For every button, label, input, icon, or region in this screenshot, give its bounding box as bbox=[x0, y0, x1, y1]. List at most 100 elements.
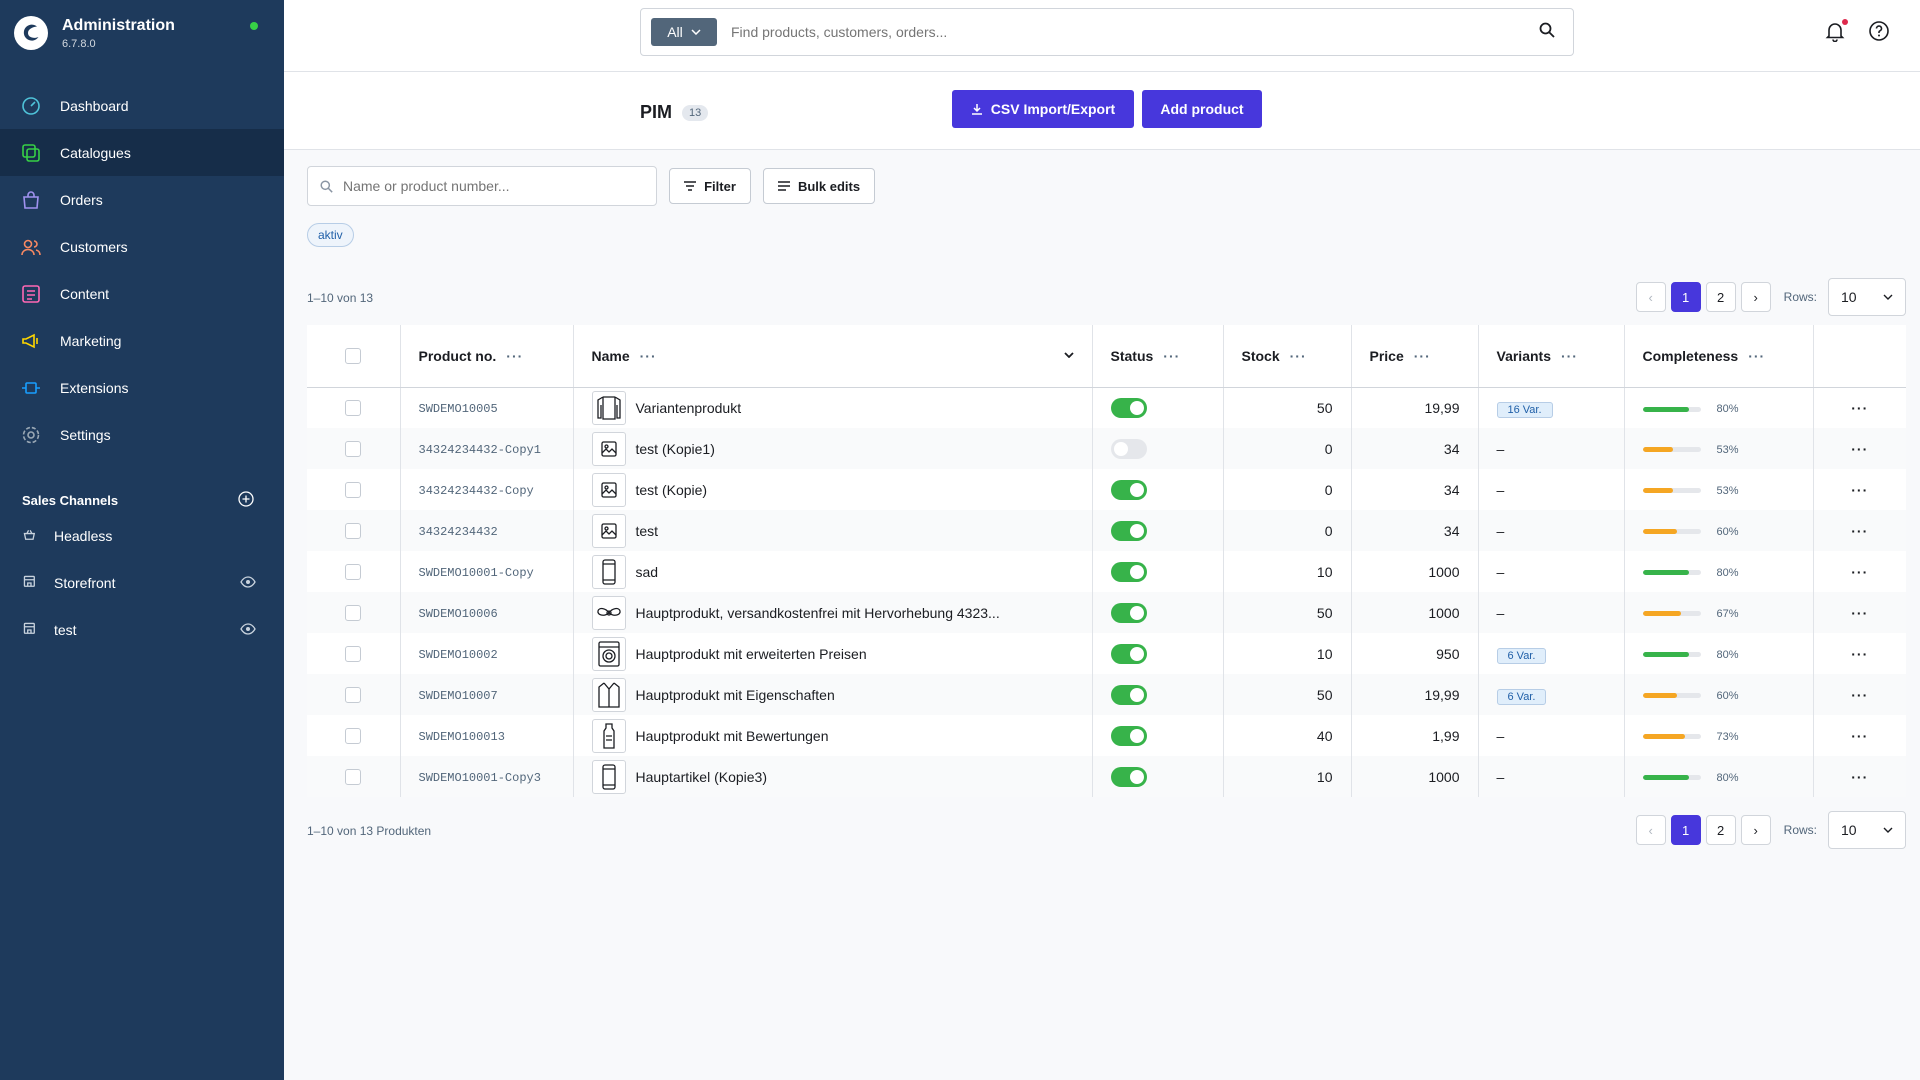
sales-channel-test[interactable]: test bbox=[0, 606, 284, 653]
column-menu-icon[interactable]: ··· bbox=[1748, 348, 1765, 364]
column-menu-icon[interactable]: ··· bbox=[1414, 348, 1431, 364]
col-name[interactable]: Name ··· bbox=[573, 325, 1093, 388]
row-checkbox[interactable] bbox=[345, 564, 362, 581]
row-checkbox[interactable] bbox=[345, 728, 362, 745]
help-icon[interactable] bbox=[1868, 20, 1890, 47]
row-checkbox[interactable] bbox=[345, 523, 362, 540]
next-page-button[interactable]: › bbox=[1740, 815, 1771, 845]
sales-channel-headless[interactable]: Headless bbox=[0, 512, 284, 559]
product-name-link[interactable]: Hauptprodukt mit erweiterten Preisen bbox=[636, 646, 867, 662]
row-actions-icon[interactable]: ··· bbox=[1813, 715, 1906, 756]
prev-page-button[interactable]: ‹ bbox=[1635, 282, 1666, 312]
table-row[interactable]: 34324234432-Copy test (Kopie) 0 34– 53% ··· bbox=[307, 469, 1906, 510]
column-menu-icon[interactable]: ··· bbox=[1163, 348, 1180, 364]
column-menu-icon[interactable]: ··· bbox=[506, 348, 523, 364]
status-toggle[interactable] bbox=[1110, 520, 1147, 541]
shopware-logo-icon[interactable] bbox=[14, 16, 48, 50]
filter-button[interactable]: Filter bbox=[669, 168, 751, 204]
product-name-link[interactable]: sad bbox=[636, 564, 659, 580]
csv-import-export-button[interactable]: CSV Import/Export bbox=[952, 90, 1134, 128]
row-actions-icon[interactable]: ··· bbox=[1813, 469, 1906, 510]
sales-channel-storefront[interactable]: Storefront bbox=[0, 559, 284, 606]
rows-per-page-select[interactable]: 10 bbox=[1828, 811, 1906, 849]
sidebar-item-orders[interactable]: Orders bbox=[0, 176, 284, 223]
row-checkbox[interactable] bbox=[345, 441, 362, 458]
eye-icon[interactable] bbox=[240, 622, 256, 638]
sidebar-item-content[interactable]: Content bbox=[0, 270, 284, 317]
product-name-link[interactable]: Hauptprodukt, versandkostenfrei mit Herv… bbox=[636, 605, 1000, 621]
sidebar-item-dashboard[interactable]: Dashboard bbox=[0, 82, 284, 129]
col-status[interactable]: Status ··· bbox=[1092, 325, 1224, 388]
add-sales-channel-icon[interactable] bbox=[238, 490, 254, 510]
status-toggle[interactable] bbox=[1110, 561, 1147, 582]
search-type-dropdown[interactable]: All bbox=[651, 18, 717, 46]
table-row[interactable]: SWDEMO10006 Hauptprodukt, versandkostenfr… bbox=[307, 592, 1906, 633]
product-name-link[interactable]: Hauptprodukt mit Eigenschaften bbox=[636, 687, 835, 703]
row-actions-icon[interactable]: ··· bbox=[1813, 756, 1906, 797]
table-row[interactable]: SWDEMO10001-Copy sad 10 1000– 80% ··· bbox=[307, 551, 1906, 592]
row-checkbox[interactable] bbox=[345, 482, 362, 499]
product-name-link[interactable]: Hauptartikel (Kopie3) bbox=[636, 769, 768, 785]
notifications-bell-icon[interactable] bbox=[1824, 19, 1848, 47]
row-actions-icon[interactable]: ··· bbox=[1813, 551, 1906, 592]
row-actions-icon[interactable]: ··· bbox=[1813, 428, 1906, 469]
row-actions-icon[interactable]: ··· bbox=[1813, 510, 1906, 551]
product-search-input[interactable] bbox=[343, 178, 643, 194]
rows-per-page-select[interactable]: 10 bbox=[1828, 278, 1906, 316]
status-toggle[interactable] bbox=[1110, 725, 1147, 746]
sidebar-item-customers[interactable]: Customers bbox=[0, 223, 284, 270]
column-menu-icon[interactable]: ··· bbox=[640, 348, 657, 364]
variants-badge[interactable]: 6 Var. bbox=[1496, 688, 1547, 705]
page-1-button[interactable]: 1 bbox=[1670, 815, 1701, 845]
col-price[interactable]: Price ··· bbox=[1351, 325, 1479, 388]
col-stock[interactable]: Stock ··· bbox=[1223, 325, 1352, 388]
page-2-button[interactable]: 2 bbox=[1705, 282, 1736, 312]
col-variants[interactable]: Variants ··· bbox=[1478, 325, 1625, 388]
row-actions-icon[interactable]: ··· bbox=[1813, 633, 1906, 674]
status-toggle[interactable] bbox=[1110, 602, 1147, 623]
product-name-link[interactable]: Variantenprodukt bbox=[636, 400, 742, 416]
row-checkbox[interactable] bbox=[345, 646, 362, 663]
status-toggle[interactable] bbox=[1110, 397, 1147, 418]
status-toggle[interactable] bbox=[1110, 438, 1147, 459]
row-checkbox[interactable] bbox=[345, 605, 362, 622]
sidebar-item-extensions[interactable]: Extensions bbox=[0, 364, 284, 411]
status-toggle[interactable] bbox=[1110, 479, 1147, 500]
row-checkbox[interactable] bbox=[345, 400, 362, 417]
status-toggle[interactable] bbox=[1110, 766, 1147, 787]
active-filter-chip[interactable]: aktiv bbox=[307, 223, 354, 247]
select-all-checkbox[interactable] bbox=[345, 348, 362, 365]
col-completeness[interactable]: Completeness ··· bbox=[1624, 325, 1814, 388]
product-name-link[interactable]: Hauptprodukt mit Bewertungen bbox=[636, 728, 829, 744]
table-row[interactable]: SWDEMO10001-Copy3 Hauptartikel (Kopie3) 10… bbox=[307, 756, 1906, 797]
product-name-link[interactable]: test (Kopie) bbox=[636, 482, 708, 498]
row-actions-icon[interactable]: ··· bbox=[1813, 387, 1906, 428]
sidebar-item-catalogues[interactable]: Catalogues bbox=[0, 129, 284, 176]
bulk-edits-button[interactable]: Bulk edits bbox=[763, 168, 875, 204]
table-row[interactable]: 34324234432-Copy1 test (Kopie1) 0 34– 53% ··· bbox=[307, 428, 1906, 469]
prev-page-button[interactable]: ‹ bbox=[1635, 815, 1666, 845]
search-icon[interactable] bbox=[1539, 22, 1555, 43]
sidebar-item-settings[interactable]: Settings bbox=[0, 411, 284, 458]
eye-icon[interactable] bbox=[240, 575, 256, 591]
global-search-input[interactable] bbox=[731, 24, 1539, 40]
status-toggle[interactable] bbox=[1110, 643, 1147, 664]
column-menu-icon[interactable]: ··· bbox=[1561, 348, 1578, 364]
variants-badge[interactable]: 16 Var. bbox=[1496, 401, 1553, 418]
column-menu-icon[interactable]: ··· bbox=[1290, 348, 1307, 364]
table-row[interactable]: SWDEMO10007 Hauptprodukt mit Eigenschafte… bbox=[307, 674, 1906, 715]
table-row[interactable]: SWDEMO10005 Variantenprodukt 50 19,99 16 Var… bbox=[307, 387, 1906, 428]
sidebar-item-marketing[interactable]: Marketing bbox=[0, 317, 284, 364]
table-row[interactable]: SWDEMO100013 Hauptprodukt mit Bewertungen… bbox=[307, 715, 1906, 756]
status-toggle[interactable] bbox=[1110, 684, 1147, 705]
row-actions-icon[interactable]: ··· bbox=[1813, 674, 1906, 715]
variants-badge[interactable]: 6 Var. bbox=[1496, 647, 1547, 664]
product-name-link[interactable]: test (Kopie1) bbox=[636, 441, 715, 457]
table-row[interactable]: SWDEMO10002 Hauptprodukt mit erweiterten … bbox=[307, 633, 1906, 674]
sort-chevron-down-icon[interactable] bbox=[1063, 352, 1074, 358]
page-2-button[interactable]: 2 bbox=[1705, 815, 1736, 845]
col-product-no[interactable]: Product no. ··· bbox=[400, 325, 574, 388]
page-1-button[interactable]: 1 bbox=[1670, 282, 1701, 312]
table-row[interactable]: 34324234432 test 0 34– 60% ··· bbox=[307, 510, 1906, 551]
next-page-button[interactable]: › bbox=[1740, 282, 1771, 312]
